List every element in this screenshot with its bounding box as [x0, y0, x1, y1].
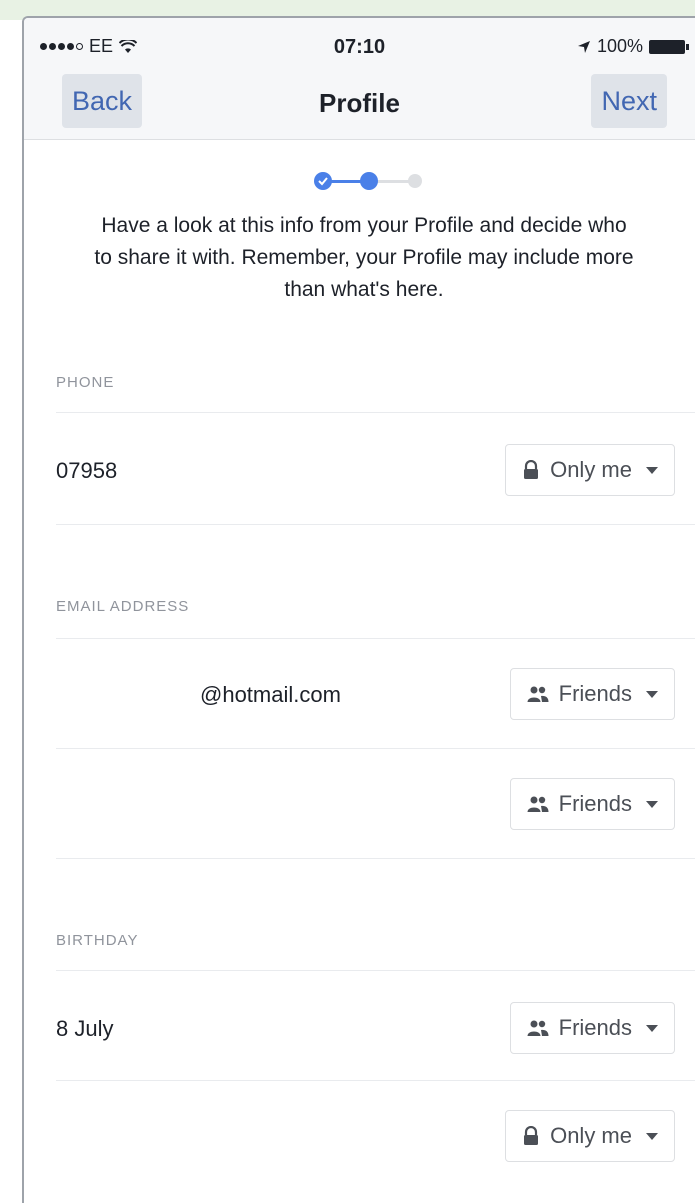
battery-percent: 100%	[596, 36, 643, 56]
screen: EE 07:10 100% Back Profile Next Have a l…	[0, 0, 695, 1203]
progress-stepper	[314, 168, 424, 194]
friends-icon	[527, 685, 549, 703]
divider	[56, 858, 695, 859]
email-2-privacy-selector[interactable]: Friends	[509, 778, 675, 830]
status-bar: EE 07:10 100%	[24, 18, 695, 62]
divider	[56, 638, 695, 639]
next-button[interactable]: Next	[591, 74, 667, 128]
email-2-privacy-label: Friends	[558, 791, 632, 816]
email-privacy-label: Friends	[558, 681, 632, 706]
phone-privacy-label: Only me	[550, 457, 632, 482]
chevron-down-icon	[646, 1024, 658, 1032]
phone-section-label: PHONE	[56, 374, 115, 391]
friends-icon	[527, 795, 549, 813]
birthday-value: 8 July	[56, 1016, 114, 1041]
lock-icon	[522, 460, 540, 480]
email-privacy-selector[interactable]: Friends	[509, 668, 675, 720]
battery-icon	[649, 39, 689, 54]
chevron-down-icon	[646, 690, 658, 698]
phone-value: 07958	[56, 458, 118, 483]
email-section-label: EMAIL ADDRESS	[56, 598, 190, 615]
chevron-down-icon	[646, 800, 658, 808]
phone-privacy-selector[interactable]: Only me	[505, 444, 675, 496]
lock-icon	[522, 1126, 540, 1146]
phone-frame: EE 07:10 100% Back Profile Next Have a l…	[22, 16, 695, 1203]
divider	[56, 412, 695, 413]
step-1-check-icon	[314, 172, 332, 190]
birthday-privacy-selector[interactable]: Friends	[509, 1002, 675, 1054]
chevron-down-icon	[646, 466, 658, 474]
step-3-pending	[408, 174, 422, 188]
divider	[56, 970, 695, 971]
navigation-bar: Back Profile Next	[24, 62, 695, 140]
status-right: 100%	[577, 36, 689, 57]
friends-icon	[527, 1019, 549, 1037]
birth-year-privacy-label: Only me	[550, 1123, 632, 1148]
divider	[56, 1080, 695, 1081]
birth-year-privacy-selector[interactable]: Only me	[505, 1110, 675, 1162]
stepper-line-pending	[372, 180, 412, 183]
birthday-privacy-label: Friends	[558, 1015, 632, 1040]
divider	[56, 748, 695, 749]
intro-text: Have a look at this info from your Profi…	[94, 214, 634, 301]
chevron-down-icon	[646, 1132, 658, 1140]
location-arrow-icon	[577, 40, 591, 54]
email-value: @hotmail.com	[200, 682, 341, 707]
birthday-section-label: BIRTHDAY	[56, 932, 139, 949]
divider	[56, 524, 695, 525]
step-2-current	[360, 172, 378, 190]
